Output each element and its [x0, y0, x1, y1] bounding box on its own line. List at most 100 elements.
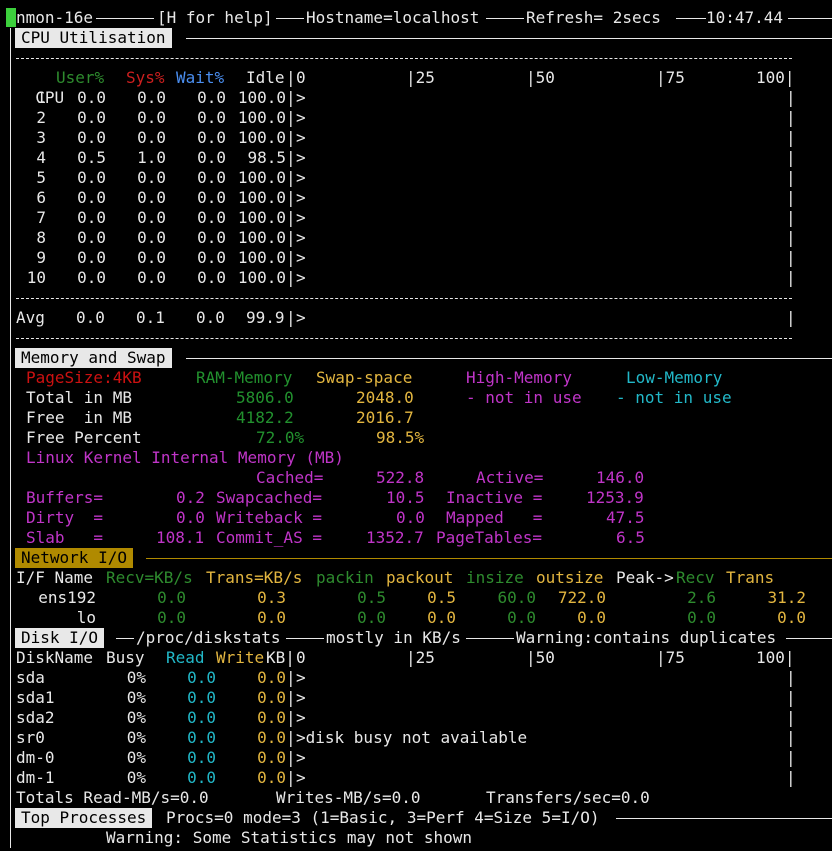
- disk-name: sda: [16, 668, 45, 687]
- disk-section-title: Disk I/O: [15, 628, 105, 648]
- cpu-mid-rule: [16, 298, 792, 299]
- disk-bar-sep: |: [286, 708, 296, 727]
- cpu-id: 9: [36, 248, 46, 267]
- cpu-wait: 0.0: [197, 248, 226, 267]
- free-pct-ram: 72.0%: [256, 428, 305, 447]
- cpu-bar: >: [296, 208, 306, 227]
- cpu-bar: >: [296, 88, 306, 107]
- net-col-ifname: I/F Name: [16, 568, 94, 587]
- commit-value: 1352.7: [366, 528, 424, 547]
- disk-write: 0.0: [257, 768, 286, 787]
- cpu-bar-sep: |: [286, 188, 296, 207]
- disk-bar-end: |: [786, 708, 796, 727]
- cached-label: Cached=: [256, 468, 324, 487]
- cpu-sys: 0.0: [137, 248, 166, 267]
- net-trans: 0.0: [257, 608, 286, 627]
- total-swap: 2048.0: [356, 388, 414, 407]
- cpu-idle: 100.0: [237, 108, 286, 127]
- cpu-bar-sep: |: [286, 128, 296, 147]
- net-col-peak: Peak->: [616, 568, 674, 587]
- section-rule: [616, 818, 832, 819]
- cpu-id: 5: [36, 168, 46, 187]
- cpu-idle: 100.0: [237, 188, 286, 207]
- pagesize: PageSize:4KB: [26, 368, 142, 387]
- buffers-label: Buffers=: [26, 488, 104, 507]
- cpu-sys: 0.0: [137, 88, 166, 107]
- disk-bar-sep: |: [286, 768, 296, 787]
- disk-bar-end: |: [786, 668, 796, 687]
- disk-scale-0: 0: [296, 648, 306, 667]
- cpu-user: 0.0: [77, 248, 106, 267]
- disk-col-kb: KB|: [266, 648, 295, 667]
- disk-scale-50: |50: [526, 648, 555, 667]
- cpu-user: 0.0: [77, 208, 106, 227]
- net-col-packin: packin: [316, 568, 374, 587]
- cpu-bar: >: [296, 168, 306, 187]
- cpu-wait: 0.0: [197, 228, 226, 247]
- scale-25: |25: [406, 68, 435, 87]
- cpu-user: 0.0: [77, 108, 106, 127]
- disk-bar-sep: |: [286, 668, 296, 687]
- net-col-insize: insize: [466, 568, 524, 587]
- cpu-sys: 0.0: [137, 168, 166, 187]
- cpu-wait: 0.0: [197, 208, 226, 227]
- avg-label: Avg: [16, 308, 45, 327]
- disk-source: /proc/diskstats: [136, 628, 281, 647]
- commit-label: Commit_AS =: [216, 528, 322, 547]
- cpu-bottom-rule: [16, 338, 792, 339]
- disk-bar: >: [296, 708, 306, 727]
- disk-bar-sep: |: [286, 728, 296, 747]
- avg-sys: 0.1: [136, 308, 165, 327]
- high-mem-header: High-Memory: [466, 368, 572, 387]
- header-rule: [788, 18, 832, 19]
- cpu-wait: 0.0: [197, 148, 226, 167]
- pagetables-label: PageTables=: [436, 528, 542, 547]
- scale-50: |50: [526, 68, 555, 87]
- cpu-idle: 100.0: [237, 88, 286, 107]
- cpu-id: 10: [26, 268, 46, 287]
- disk-busy: 0%: [126, 728, 146, 747]
- clock: 10:47.44: [706, 8, 784, 27]
- disk-busy: 0%: [126, 668, 146, 687]
- net-col-trans: Trans=KB/s: [206, 568, 303, 587]
- disk-read: 0.0: [187, 668, 216, 687]
- app-name: nmon-16e: [16, 8, 94, 27]
- mapped-value: 47.5: [606, 508, 645, 527]
- disk-name: sr0: [16, 728, 45, 747]
- disk-read: 0.0: [187, 728, 216, 747]
- net-outsize: 0.0: [577, 608, 606, 627]
- col-sys: Sys%: [126, 68, 165, 87]
- disk-col-read: Read: [166, 648, 205, 667]
- swapcached-label: Swapcached=: [216, 488, 322, 507]
- net-outsize: 722.0: [557, 588, 606, 607]
- header-rule: [96, 18, 154, 19]
- net-col-packout: packout: [386, 568, 454, 587]
- net-peak-trans: 31.2: [767, 588, 806, 607]
- disk-bar-end: |: [786, 768, 796, 787]
- cpu-sys: 0.0: [137, 108, 166, 127]
- memory-section-title: Memory and Swap: [15, 348, 172, 368]
- scale-75: |75: [656, 68, 685, 87]
- high-mem-value: - not in use: [466, 388, 582, 407]
- totals-read: Totals Read-MB/s=0.0: [16, 788, 209, 807]
- cpu-user: 0.0: [77, 88, 106, 107]
- scale-0: 0: [296, 68, 306, 87]
- cpu-bar-end: |: [786, 228, 796, 247]
- net-recv: 0.0: [157, 588, 186, 607]
- swapcached-value: 10.5: [386, 488, 425, 507]
- disk-scale-75: |75: [656, 648, 685, 667]
- net-packout: 0.5: [427, 588, 456, 607]
- writeback-label: Writeback =: [216, 508, 322, 527]
- cpu-user: 0.5: [77, 148, 106, 167]
- disk-bar-sep: |: [286, 748, 296, 767]
- cpu-bar: >: [296, 148, 306, 167]
- kernel-mem-title: Linux Kernel Internal Memory (MB): [26, 448, 344, 467]
- cpu-wait: 0.0: [197, 88, 226, 107]
- header-rule: [276, 18, 304, 19]
- buffers-value: 0.2: [176, 488, 205, 507]
- disk-busy: 0%: [126, 708, 146, 727]
- cpu-idle: 100.0: [237, 128, 286, 147]
- cpu-wait: 0.0: [197, 108, 226, 127]
- cpu-user: 0.0: [77, 188, 106, 207]
- cpu-top-rule: [16, 58, 792, 59]
